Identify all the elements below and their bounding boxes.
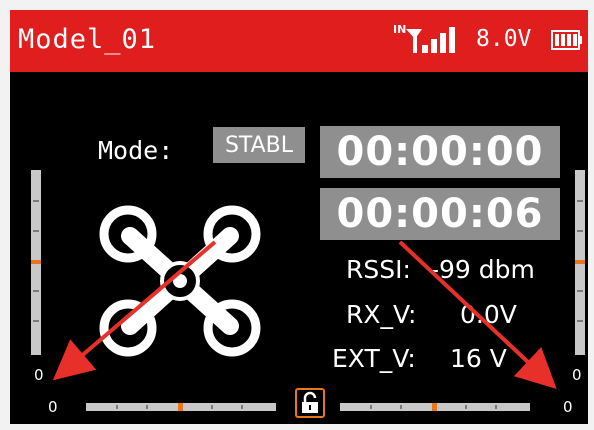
annotation-arrow-right — [398, 240, 557, 389]
radio-screen: Model_01 IN 8.0V Mode: STABL 00:00:00 00… — [10, 10, 588, 424]
annotation-arrows — [52, 240, 557, 389]
annotation-arrow-left — [52, 240, 217, 381]
